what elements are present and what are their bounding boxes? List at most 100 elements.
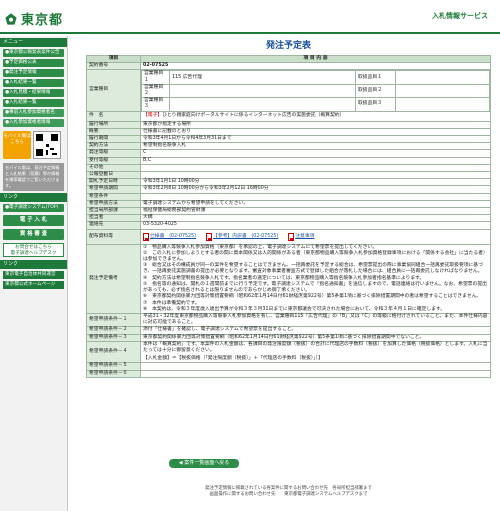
sidebar-link-tokyo[interactable]: 東京都公式ホームページ (3, 281, 64, 289)
sidebar-item-prequal[interactable]: ●事前入札参加資格者名 (3, 109, 64, 117)
header-item: 項目 (86, 54, 141, 64)
sidebar-section-menu: メニュー (0, 38, 67, 47)
doc-spec[interactable]: 仕様書 (02-07525) (143, 232, 196, 241)
table-row: 希望申請条件－４ 本件は「概算契約」です。本案件の入札金額は、各課目の発注限度額… (86, 340, 491, 364)
business-table: 営業種目１ 115 広告代理 取扱品目１ 営業種目２ 取扱品目２ 営業種目３ 取扱品目３ (141, 70, 490, 111)
contact-button[interactable]: お問合せはこちら 電子調達ヘルプデスク (3, 243, 64, 257)
table-row: 件 名【電子】ひとり親家庭向けポータルサイトに係るインターネット広告の実施委託（… (86, 110, 491, 122)
table-row: 希望申請条件－２ 添付「仕様書」を確認し、電子調達システムで希望票を提出すること。 (86, 326, 491, 335)
table-header-row: 項目 項 目 内 容 (86, 54, 491, 64)
sidebar-item-qualified[interactable]: ●入札参加資格者情報 (3, 119, 64, 127)
table-row: 連絡先 03-5320-4025 (86, 221, 491, 230)
business-rank (395, 97, 490, 111)
table-row: 希望申請方法 電子調達システムから希望申請をしてください。 (86, 199, 491, 209)
tokyo-logo[interactable]: 東京都 (4, 9, 63, 28)
pdf-icon (206, 232, 213, 241)
person: 大橋 (140, 214, 491, 223)
business-name: 営業種目３ (141, 97, 170, 111)
subject-cell: 【電子】ひとり親家庭向けポータルサイトに係るインターネット広告の実施委託（概算契… (140, 110, 491, 122)
row-label: 希望申請方法 (86, 199, 141, 209)
table-row: 開札予定日時 令和3年1月1日 10時00分 (86, 178, 491, 187)
row-label: 担当局所部課 (86, 207, 141, 216)
row-label: 担当者 (86, 214, 141, 223)
other (140, 163, 491, 173)
logo-text: 東京都 (21, 13, 64, 28)
sidebar-item-system-top[interactable]: ●電子調達システム(TOP) (3, 204, 64, 212)
row-label: 契約番号 (86, 62, 141, 71)
sidebar-item-plan[interactable]: ●発注予定情報 (3, 69, 64, 77)
department: 福祉保健局総務部契約管財課 (140, 207, 491, 216)
row-label: 希望申請条件－５ (86, 362, 141, 371)
sidebar-item-results[interactable]: ●入札結果一覧 (3, 79, 64, 87)
note-item: ⑤ 指名等の通知は、開札の１週間前までに行う予定です。電子調達システムで「指名通… (143, 281, 487, 294)
table-row: 受付等級 B,C (86, 156, 491, 165)
sidebar-section-other: リンク (0, 260, 67, 269)
mobile-note: モバイル版は、発注予定情報と入札結果（見積）等の情報を携帯電話でご覧いただけます… (3, 163, 64, 191)
doc-link[interactable]: 【参考】内訳書 (02-07525) (213, 234, 278, 240)
sidebar-item-e-bid[interactable]: 電 子 入 札 (3, 215, 64, 226)
page-title: 発注予定表 (265, 41, 311, 51)
note-item: ③ 総合又はその構成員が同一の案件を希望することはできません。一括再委託を予定す… (143, 263, 483, 275)
phone: 03-5320-4025 (140, 221, 491, 230)
row-label: 公報登載日 (86, 171, 141, 180)
table-row: 営業種目 営業種目１ 115 広告代理 取扱品目１ 営業種目２ 取扱品目２ 営業種目３… (86, 69, 491, 112)
condition-4-formula: 【入札金額】＝【税抜価格（「発注限度額（税抜）」＋「代理店の手数料（税抜）」）】 (143, 356, 323, 362)
row-label: 開札予定日時 (86, 178, 141, 187)
docs-list: 仕様書 (02-07525) 【参考】内訳書 (02-07525) 注意事項 (143, 230, 488, 244)
row-label: 希望申請条件－４ (86, 340, 141, 364)
table-row: 担当局所部課 福祉保健局総務部契約管財課 (86, 207, 491, 216)
sidebar-item-price[interactable]: ●予定価格公表 (3, 59, 64, 67)
open-date: 令和3年1月1日 10時00分 (140, 178, 491, 187)
doc-link[interactable]: 仕様書 (02-07525) (150, 234, 196, 240)
sidebar-item-results-2[interactable]: ●入札結果一覧 (3, 99, 64, 107)
row-label: 希望申請条件－１ (86, 312, 141, 328)
row-label: 希望申請期間 (86, 185, 141, 194)
pdf-icon (143, 232, 149, 241)
sidebar-section-links: リンク (0, 193, 67, 202)
mobile-button[interactable]: モバイル版はこちら (3, 131, 31, 159)
tokyo-emblem-icon (5, 12, 17, 25)
business-rank-label: 取扱品目３ (355, 97, 396, 111)
table-row: 配布資料等 仕様書 (02-07525) 【参考】内訳書 (02-07525) … (86, 228, 491, 245)
business-value (169, 83, 356, 99)
row-label: 希望申請条件－２ (86, 326, 141, 335)
row-label: 希望申請条件－６ (86, 369, 141, 378)
contract-method: 希望制指名競争入札 (140, 142, 491, 151)
sidebar-link-joint[interactable]: 東京電子自治体共同運営 (3, 271, 64, 279)
note-item: ⑥ 東京都契約関係暴力団等対策措置要綱（昭和62年1月14日付61財経庶第922… (143, 294, 482, 300)
detail-table: 項目 項 目 内 容 契約番号 02-07525 営業種目 営業種目１ 115 広告… (86, 54, 491, 378)
period: 令和3年4月1日から令和4年3月31日まで (140, 135, 491, 144)
row-label: 受付等級 (86, 156, 141, 165)
doc-link[interactable]: 注意事項 (295, 234, 314, 240)
contract-number: 02-07525 (140, 62, 491, 71)
row-label: 件 名 (86, 110, 141, 122)
sidebar-item-bid-info[interactable]: ●入札見積・結果情報 (3, 89, 64, 97)
business-rank (395, 83, 490, 99)
business-value: 115 広告代理 (169, 70, 356, 85)
row-label: 営業種目 (86, 69, 141, 112)
table-row: 希望申請条件－５ (86, 362, 491, 371)
table-row: 希望申請条件－６ (86, 369, 491, 378)
doc-breakdown[interactable]: 【参考】内訳書 (02-07525) (206, 232, 278, 241)
condition-5 (140, 362, 491, 371)
condition-3: 東京都契約関係暴力団等対策措置要綱（昭和62年1月14日付61財経庶第922号）… (140, 333, 491, 342)
table-row: 希望申請期間 令和3年2月8日 10時00分から令和3年2月12日 16時00分 (86, 185, 491, 194)
contact-sub-label: 電子調達ヘルプデスク (10, 251, 57, 256)
row-label: 履行場所 (86, 120, 141, 129)
doc-notes[interactable]: 注意事項 (288, 232, 314, 241)
mobile-box: モバイル版はこちら (3, 131, 64, 159)
sidebar-item-qualification[interactable]: 資 格 審 査 (3, 229, 64, 240)
row-label: 希望申請条件－３ (86, 333, 141, 342)
table-row: 希望申請条件－１ 平成31・32年度東京都物品購入等競争入札参加資格を有し、営業種… (86, 312, 491, 328)
table-row: 契約番号 02-07525 (86, 62, 491, 71)
table-row: 概要 仕様書に記載のとおり (86, 127, 491, 137)
back-to-list-button[interactable]: ◀ 案件一覧画面へ戻る (169, 459, 239, 468)
summary: 仕様書に記載のとおり (140, 127, 491, 137)
business-rank (395, 70, 490, 85)
table-row: 履行場所 東京都が指定する場所 (86, 120, 491, 129)
pdf-icon (288, 232, 295, 241)
order-rank: C (140, 149, 491, 158)
notes-cell: ① 物品購入等競争入札参加資格（東京都）を承認の上、電子調達システムにて希望票を… (140, 243, 491, 314)
sidebar-item-koho[interactable]: ●東京都公報発表案件公告 (3, 49, 64, 57)
footer: 発注予定情報に掲載されている各案件に関するお問い合わせ先 各局所担当部署まで 画… (86, 486, 491, 498)
